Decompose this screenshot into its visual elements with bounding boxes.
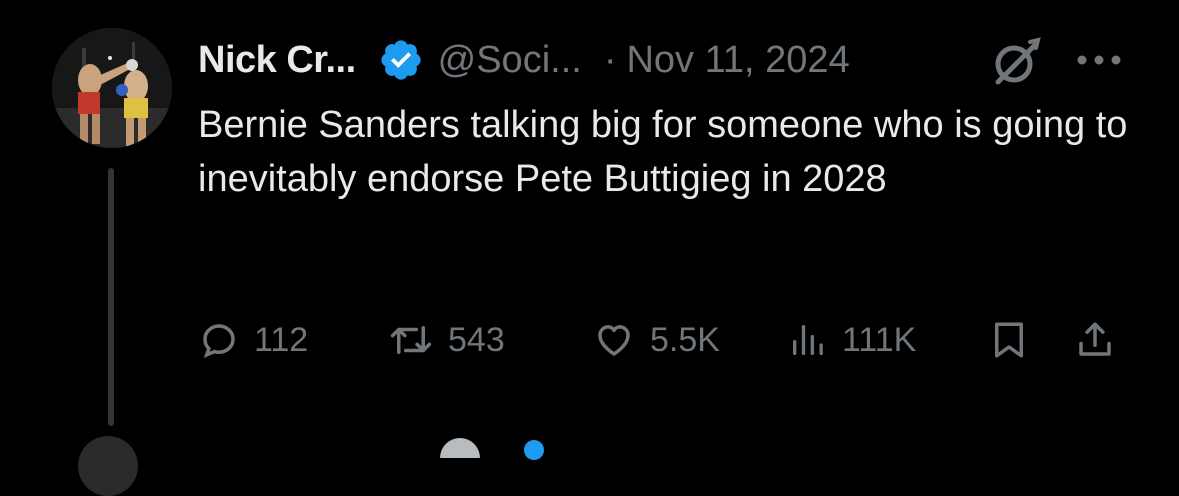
bookmark-button[interactable]: [988, 315, 1030, 365]
views-icon: [788, 319, 828, 361]
author-handle[interactable]: @Soci...: [438, 39, 582, 82]
reply-count: 112: [254, 320, 309, 359]
repost-icon: [388, 319, 434, 361]
verified-badge-icon[interactable]: [378, 37, 424, 83]
like-button[interactable]: 5.5K: [592, 315, 720, 365]
tweet-actions: 112 543 5.5K 111K: [198, 315, 1138, 365]
next-tweet-verified-badge-icon: [524, 440, 544, 460]
author-display-name[interactable]: Nick Cr...: [198, 39, 356, 82]
reply-button[interactable]: 112: [198, 315, 308, 365]
header-separator: ·: [603, 38, 617, 81]
grok-icon[interactable]: [990, 36, 1042, 88]
reply-icon: [198, 319, 240, 361]
share-icon: [1074, 319, 1116, 361]
more-icon[interactable]: [1074, 48, 1124, 72]
tweet[interactable]: Nick Cr... @Soci... · Nov 11, 2024 Berni…: [0, 0, 1179, 496]
views-button[interactable]: 111K: [788, 315, 916, 365]
thread-line: [108, 168, 114, 426]
heart-icon: [592, 319, 636, 361]
tweet-date[interactable]: Nov 11, 2024: [626, 39, 849, 82]
repost-button[interactable]: 543: [388, 315, 505, 365]
next-tweet-image-fragment: [440, 438, 480, 458]
like-count: 5.5K: [650, 320, 720, 359]
share-button[interactable]: [1074, 315, 1116, 365]
bookmark-icon: [988, 319, 1030, 361]
tweet-text: Bernie Sanders talking big for someone w…: [198, 104, 1128, 200]
next-tweet-avatar[interactable]: [78, 436, 138, 496]
views-count: 111K: [842, 320, 917, 359]
repost-count: 543: [448, 320, 505, 359]
author-avatar[interactable]: [52, 28, 172, 148]
tweet-header: Nick Cr... @Soci... · Nov 11, 2024: [198, 32, 850, 88]
